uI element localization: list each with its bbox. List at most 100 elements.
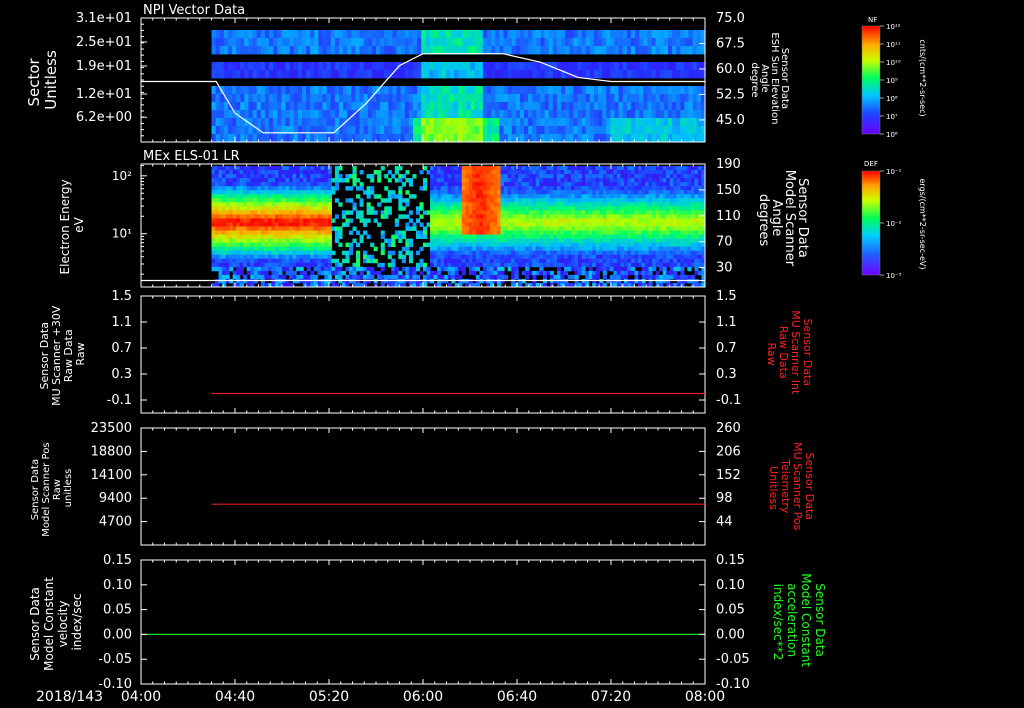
- heatmap-cell: [440, 230, 445, 235]
- heatmap-cell: [571, 182, 576, 187]
- heatmap-cell: [532, 262, 537, 268]
- heatmap-cell: [569, 30, 574, 39]
- heatmap-cell: [359, 270, 364, 276]
- heatmap-cell: [252, 118, 258, 127]
- heatmap-cell: [655, 30, 661, 39]
- heatmap-cell: [638, 206, 643, 211]
- heatmap-cell: [487, 102, 492, 111]
- heatmap-cell: [232, 30, 237, 39]
- heatmap-cell: [647, 118, 653, 127]
- heatmap-cell: [489, 230, 495, 235]
- heatmap-cell: [588, 166, 593, 171]
- heatmap-cell: [518, 254, 523, 260]
- heatmap-cell: [606, 134, 612, 142]
- heatmap-cell: [507, 194, 512, 199]
- panel-1-y2-label: Sensor Data ESH Sun Elevation Angle degr…: [749, 32, 790, 127]
- heatmap-cell: [515, 94, 521, 103]
- heatmap-cell: [253, 278, 258, 284]
- heatmap-cell: [606, 206, 611, 211]
- heatmap-cell: [264, 218, 269, 223]
- heatmap-cell: [293, 70, 299, 79]
- heatmap-cell: [544, 38, 550, 47]
- heatmap-cell: [250, 270, 255, 276]
- heatmap-cell: [306, 238, 311, 244]
- heatmap-cell: [613, 266, 618, 272]
- heatmap-cell: [444, 258, 449, 264]
- heatmap-cell: [638, 182, 643, 187]
- heatmap-cell: [620, 270, 625, 276]
- heatmap-cell: [500, 186, 505, 191]
- heatmap-cell: [634, 234, 639, 239]
- heatmap-cell: [659, 30, 665, 39]
- heatmap-cell: [651, 94, 657, 103]
- heatmap-cell: [521, 226, 526, 231]
- heatmap-cell: [465, 250, 470, 256]
- heatmap-cell: [433, 274, 438, 280]
- heatmap-cell: [552, 70, 558, 79]
- heatmap-cell: [486, 214, 491, 219]
- heatmap-cell: [253, 250, 258, 256]
- heatmap-cell: [655, 182, 660, 187]
- heatmap-cell: [425, 102, 431, 111]
- heatmap-cell: [320, 166, 325, 171]
- heatmap-cell: [222, 222, 227, 227]
- heatmap-cell: [445, 94, 451, 103]
- heatmap-cell: [620, 170, 625, 175]
- heatmap-cell: [613, 206, 618, 211]
- heatmap-cell: [401, 174, 406, 179]
- heatmap-cell: [470, 38, 476, 47]
- heatmap-cell: [433, 110, 439, 119]
- heatmap-cell: [598, 102, 603, 111]
- heatmap-cell: [384, 86, 389, 95]
- heatmap-cell: [289, 110, 295, 119]
- heatmap-cell: [425, 118, 431, 127]
- heatmap-cell: [236, 230, 241, 235]
- heatmap-cell: [599, 254, 604, 260]
- heatmap-cell: [560, 274, 565, 280]
- heatmap-cell: [673, 214, 678, 219]
- heatmap-cell: [553, 178, 558, 183]
- heatmap-cell: [274, 222, 280, 227]
- heatmap-cell: [692, 46, 698, 55]
- heatmap-cell: [451, 202, 456, 207]
- heatmap-cell: [313, 242, 318, 248]
- heatmap-cell: [433, 222, 438, 227]
- heatmap-cell: [310, 258, 315, 264]
- heatmap-cell: [630, 194, 636, 199]
- heatmap-cell: [366, 266, 371, 272]
- heatmap-cell: [599, 170, 604, 175]
- heatmap-cell: [267, 274, 273, 280]
- heatmap-cell: [634, 262, 639, 268]
- heatmap-cell: [472, 174, 477, 179]
- heatmap-cell: [655, 242, 660, 248]
- heatmap-cell: [514, 222, 519, 227]
- heatmap-cell: [588, 266, 593, 272]
- heatmap-cell: [511, 206, 516, 211]
- heatmap-cell: [489, 234, 495, 239]
- heatmap-cell: [567, 254, 572, 260]
- heatmap-cell: [388, 118, 394, 127]
- heatmap-cell: [528, 186, 533, 191]
- heatmap-cell: [472, 234, 477, 239]
- heatmap-cell: [659, 186, 664, 191]
- heatmap-cell: [567, 170, 572, 175]
- heatmap-cell: [413, 46, 418, 55]
- heatmap-cell: [486, 278, 491, 284]
- heatmap-cell: [645, 174, 650, 179]
- heatmap-cell: [482, 226, 488, 231]
- heatmap-cell: [401, 230, 406, 235]
- heatmap-cell: [571, 226, 576, 231]
- heatmap-cell: [606, 246, 611, 252]
- heatmap-cell: [285, 166, 290, 171]
- heatmap-cell: [222, 258, 227, 264]
- heatmap-cell: [585, 174, 590, 179]
- heatmap-cell: [673, 246, 678, 252]
- heatmap-cell: [553, 226, 558, 231]
- heatmap-cell: [659, 126, 665, 135]
- heatmap-cell: [487, 62, 492, 71]
- heatmap-cell: [676, 214, 681, 219]
- heatmap-cell: [680, 190, 685, 195]
- heatmap-cell: [487, 86, 492, 95]
- heatmap-cell: [303, 234, 308, 239]
- heatmap-cell: [356, 186, 361, 191]
